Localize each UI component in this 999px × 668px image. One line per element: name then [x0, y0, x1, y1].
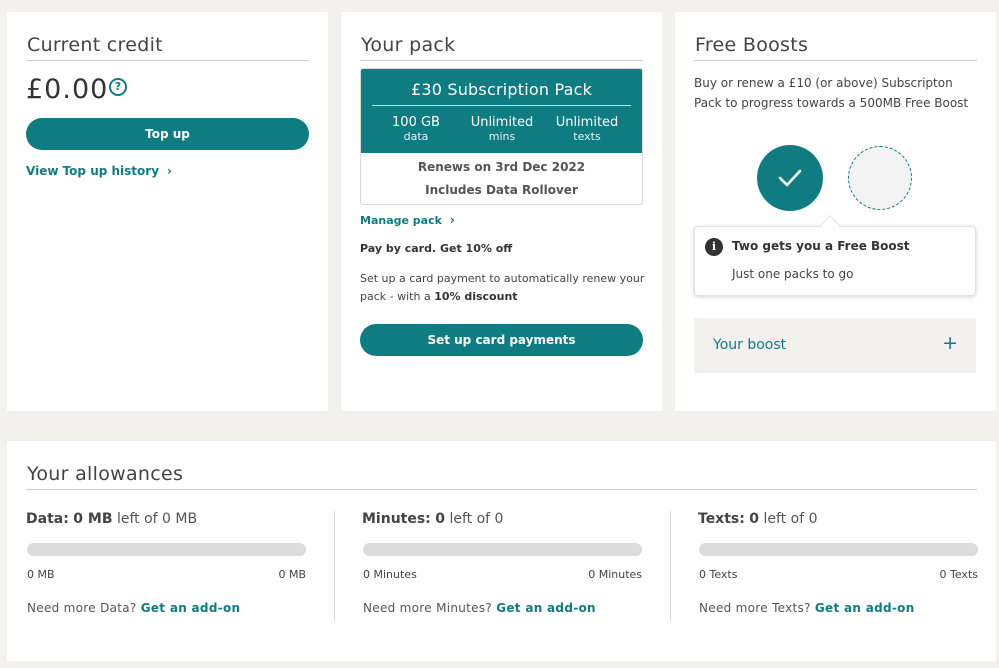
divider	[26, 60, 309, 61]
pack-summary-box: £30 Subscription Pack 100 GB data Unlimi…	[360, 68, 643, 205]
allowance-max-label: 0 Texts	[939, 568, 978, 581]
allowance-label: Minutes:	[362, 511, 431, 527]
pay-by-card-description: Set up a card payment to automatically r…	[360, 270, 648, 306]
data-allowance: Data: 0 MB left of 0 MB 0 MB 0 MB Need m…	[26, 511, 306, 615]
allowance-remaining: 0	[749, 511, 760, 527]
current-credit-title: Current credit	[27, 34, 163, 56]
get-add-on-link[interactable]: Get an add-on	[141, 601, 241, 615]
allowance-total: left of 0	[449, 511, 504, 527]
help-icon[interactable]: ?	[109, 78, 127, 96]
column-divider	[334, 511, 335, 621]
allowance-unit: mins	[488, 130, 516, 143]
column-divider	[670, 511, 671, 621]
allowance-max-label: 0 Minutes	[588, 568, 642, 581]
pack-allowance-texts: Unlimited texts	[542, 115, 632, 143]
chevron-right-icon: ›	[167, 164, 172, 178]
manage-pack-label: Manage pack	[360, 214, 442, 227]
view-topup-history-link[interactable]: View Top up history ›	[26, 164, 172, 178]
current-credit-card: Current credit £0.00 ? Top up View Top u…	[7, 12, 328, 411]
tooltip-subtitle: Just one packs to go	[732, 267, 854, 281]
your-allowances-card: Your allowances Data: 0 MB left of 0 MB …	[7, 441, 996, 661]
pay-desc-discount: 10% discount	[434, 290, 518, 303]
need-more-text: Need more Data?	[27, 601, 137, 615]
free-boosts-description: Buy or renew a £10 (or above) Subscripto…	[694, 76, 969, 110]
allowance-amount: Unlimited	[555, 115, 619, 130]
allowance-progress-bar	[699, 543, 978, 556]
divider	[26, 489, 977, 490]
credit-amount: £0.00	[26, 74, 109, 105]
boost-progress-step-pending	[848, 146, 912, 210]
allowance-label: Data:	[26, 511, 69, 527]
your-boost-accordion[interactable]: Your boost +	[694, 318, 976, 373]
need-more-prompt: Need more Data? Get an add-on	[27, 601, 240, 615]
your-pack-card: Your pack £30 Subscription Pack 100 GB d…	[341, 12, 662, 411]
allowance-heading: Texts: 0 left of 0	[698, 511, 978, 527]
allowance-max-label: 0 MB	[278, 568, 306, 581]
allowance-amount: Unlimited	[470, 115, 534, 130]
plus-icon[interactable]: +	[942, 332, 958, 354]
pack-name: £30 Subscription Pack	[410, 80, 593, 99]
allowance-total: left of 0	[763, 511, 818, 527]
need-more-text: Need more Minutes?	[363, 601, 493, 615]
your-pack-title: Your pack	[361, 34, 456, 56]
manage-pack-link[interactable]: Manage pack ›	[360, 213, 455, 227]
allowance-unit: texts	[573, 130, 601, 143]
info-icon: i	[705, 238, 723, 256]
minutes-allowance: Minutes: 0 left of 0 0 Minutes 0 Minutes…	[362, 511, 642, 615]
pack-rollover-note: Includes Data Rollover	[425, 183, 578, 197]
pack-allowance-data: 100 GB data	[371, 115, 461, 143]
your-boost-label: Your boost	[713, 337, 787, 353]
pack-renewal-date: Renews on 3rd Dec 2022	[417, 160, 586, 174]
view-topup-history-label: View Top up history	[26, 164, 160, 178]
texts-allowance: Texts: 0 left of 0 0 Texts 0 Texts Need …	[698, 511, 978, 615]
boost-tooltip: i Two gets you a Free Boost Just one pac…	[694, 226, 976, 296]
allowance-remaining: 0	[435, 511, 445, 527]
allowance-unit: data	[403, 130, 429, 143]
allowance-total: left of 0 MB	[116, 511, 198, 527]
need-more-prompt: Need more Minutes? Get an add-on	[363, 601, 596, 615]
chevron-right-icon: ›	[449, 213, 455, 227]
free-boosts-title: Free Boosts	[695, 34, 809, 56]
pack-header: £30 Subscription Pack 100 GB data Unlimi…	[361, 69, 642, 153]
top-up-button[interactable]: Top up	[26, 118, 309, 150]
get-add-on-link[interactable]: Get an add-on	[496, 601, 596, 615]
allowance-heading: Data: 0 MB left of 0 MB	[26, 511, 306, 527]
allowance-remaining: 0 MB	[73, 511, 113, 527]
boost-progress-step-completed	[757, 145, 823, 211]
pack-allowance-mins: Unlimited mins	[457, 115, 547, 143]
allowance-min-label: 0 Minutes	[363, 568, 417, 581]
allowance-heading: Minutes: 0 left of 0	[362, 511, 642, 527]
tooltip-title: Two gets you a Free Boost	[732, 239, 910, 253]
pay-by-card-heading: Pay by card. Get 10% off	[360, 242, 513, 255]
divider	[372, 105, 631, 106]
allowance-progress-bar	[27, 543, 306, 556]
need-more-prompt: Need more Texts? Get an add-on	[699, 601, 915, 615]
divider	[694, 60, 977, 61]
set-up-card-payments-button[interactable]: Set up card payments	[360, 324, 643, 356]
allowance-min-label: 0 MB	[27, 568, 55, 581]
divider	[360, 60, 643, 61]
get-add-on-link[interactable]: Get an add-on	[815, 601, 915, 615]
free-boosts-card: Free Boosts Buy or renew a £10 (or above…	[675, 12, 996, 411]
checkmark-icon	[778, 169, 802, 187]
allowance-min-label: 0 Texts	[699, 568, 738, 581]
allowance-progress-bar	[363, 543, 642, 556]
your-allowances-title: Your allowances	[27, 463, 184, 485]
allowance-amount: 100 GB	[392, 115, 440, 130]
need-more-text: Need more Texts?	[699, 601, 811, 615]
allowance-label: Texts:	[698, 511, 745, 527]
